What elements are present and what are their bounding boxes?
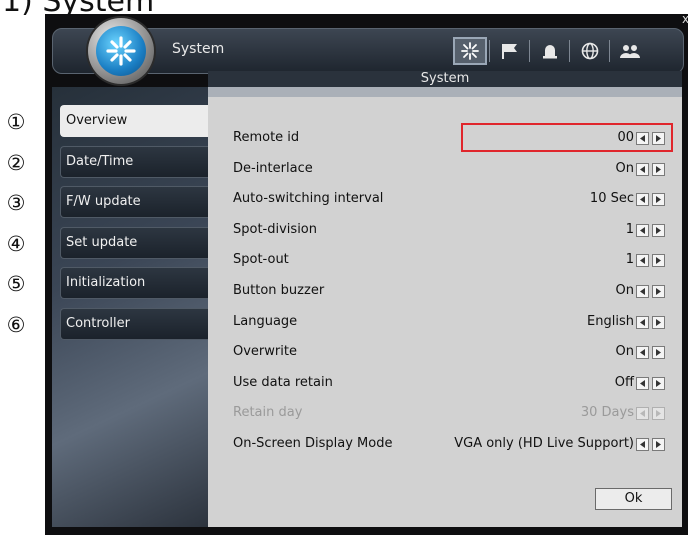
users-icon[interactable] <box>613 37 647 65</box>
toolbar-divider <box>529 40 530 62</box>
increase-arrow-retain-day <box>652 407 665 420</box>
increase-arrow-language[interactable] <box>652 316 665 329</box>
marker-5: ⑤ <box>6 272 26 296</box>
flag-icon[interactable] <box>493 37 527 65</box>
setting-label-de-interlace: De-interlace <box>233 161 313 176</box>
setting-value-auto-switching-interval: 10 Sec <box>589 191 634 206</box>
decrease-arrow-spot-division[interactable] <box>636 224 649 237</box>
alarm-icon[interactable] <box>533 37 567 65</box>
increase-arrow-spot-out[interactable] <box>652 254 665 267</box>
setting-value-use-data-retain: Off <box>614 375 634 390</box>
sidebar-item-date-time[interactable]: Date/Time <box>60 146 208 178</box>
setting-label-language: Language <box>233 314 298 329</box>
window-title: System <box>172 41 225 57</box>
decrease-arrow-spot-out[interactable] <box>636 254 649 267</box>
sidebar-item-set-update[interactable]: Set update <box>60 227 208 259</box>
increase-arrow-overwrite[interactable] <box>652 346 665 359</box>
sidebar-item-controller[interactable]: Controller <box>60 308 208 340</box>
setting-label-button-buzzer: Button buzzer <box>233 283 325 298</box>
toolbar-divider <box>489 40 490 62</box>
setting-value-button-buzzer: On <box>615 283 634 298</box>
system-tab-icon[interactable] <box>453 37 487 65</box>
category-toolbar <box>453 37 649 67</box>
setting-value-overwrite: On <box>615 344 634 359</box>
ok-button[interactable]: Ok <box>595 488 672 510</box>
setting-value-remote-id: 00 <box>617 130 634 145</box>
decrease-arrow-on-screen-display-mode[interactable] <box>636 438 649 451</box>
increase-arrow-button-buzzer[interactable] <box>652 285 665 298</box>
panel-subtitle: System <box>420 71 470 86</box>
settings-panel <box>208 87 682 527</box>
decrease-arrow-overwrite[interactable] <box>636 346 649 359</box>
increase-arrow-de-interlace[interactable] <box>652 163 665 176</box>
sidebar-item-fw-update[interactable]: F/W update <box>60 186 208 218</box>
increase-arrow-use-data-retain[interactable] <box>652 377 665 390</box>
close-icon[interactable]: x <box>682 12 689 26</box>
setting-value-de-interlace: On <box>615 161 634 176</box>
panel-top-strip <box>208 87 682 97</box>
network-icon[interactable] <box>573 37 607 65</box>
marker-4: ④ <box>6 232 26 256</box>
marker-3: ③ <box>6 191 26 215</box>
setting-value-spot-out: 1 <box>625 252 634 267</box>
marker-2: ② <box>6 151 26 175</box>
setting-label-spot-out: Spot-out <box>233 252 289 267</box>
decrease-arrow-auto-switching-interval[interactable] <box>636 193 649 206</box>
increase-arrow-auto-switching-interval[interactable] <box>652 193 665 206</box>
setting-value-on-screen-display-mode: VGA only (HD Live Support) <box>454 436 634 451</box>
toolbar-divider <box>569 40 570 62</box>
sidebar-item-initialization[interactable]: Initialization <box>60 267 208 299</box>
decrease-arrow-remote-id[interactable] <box>636 132 649 145</box>
setting-label-auto-switching-interval: Auto-switching interval <box>233 191 384 206</box>
marker-1: ① <box>6 110 26 134</box>
toolbar-divider <box>609 40 610 62</box>
asterisk-icon <box>106 36 136 66</box>
setting-label-use-data-retain: Use data retain <box>233 375 333 390</box>
setting-label-spot-division: Spot-division <box>233 222 317 237</box>
sidebar-item-overview[interactable]: Overview <box>60 105 210 137</box>
decrease-arrow-de-interlace[interactable] <box>636 163 649 176</box>
setting-value-retain-day: 30 Days <box>580 405 634 420</box>
increase-arrow-remote-id[interactable] <box>652 132 665 145</box>
decrease-arrow-retain-day <box>636 407 649 420</box>
setting-label-retain-day: Retain day <box>233 405 303 420</box>
setting-label-remote-id: Remote id <box>233 130 300 145</box>
increase-arrow-on-screen-display-mode[interactable] <box>652 438 665 451</box>
setting-label-on-screen-display-mode: On-Screen Display Mode <box>233 436 393 451</box>
increase-arrow-spot-division[interactable] <box>652 224 665 237</box>
decrease-arrow-button-buzzer[interactable] <box>636 285 649 298</box>
setting-label-overwrite: Overwrite <box>233 344 297 359</box>
decrease-arrow-use-data-retain[interactable] <box>636 377 649 390</box>
setting-value-spot-division: 1 <box>625 222 634 237</box>
marker-6: ⑥ <box>6 313 26 337</box>
setting-value-language: English <box>587 314 634 329</box>
decrease-arrow-language[interactable] <box>636 316 649 329</box>
